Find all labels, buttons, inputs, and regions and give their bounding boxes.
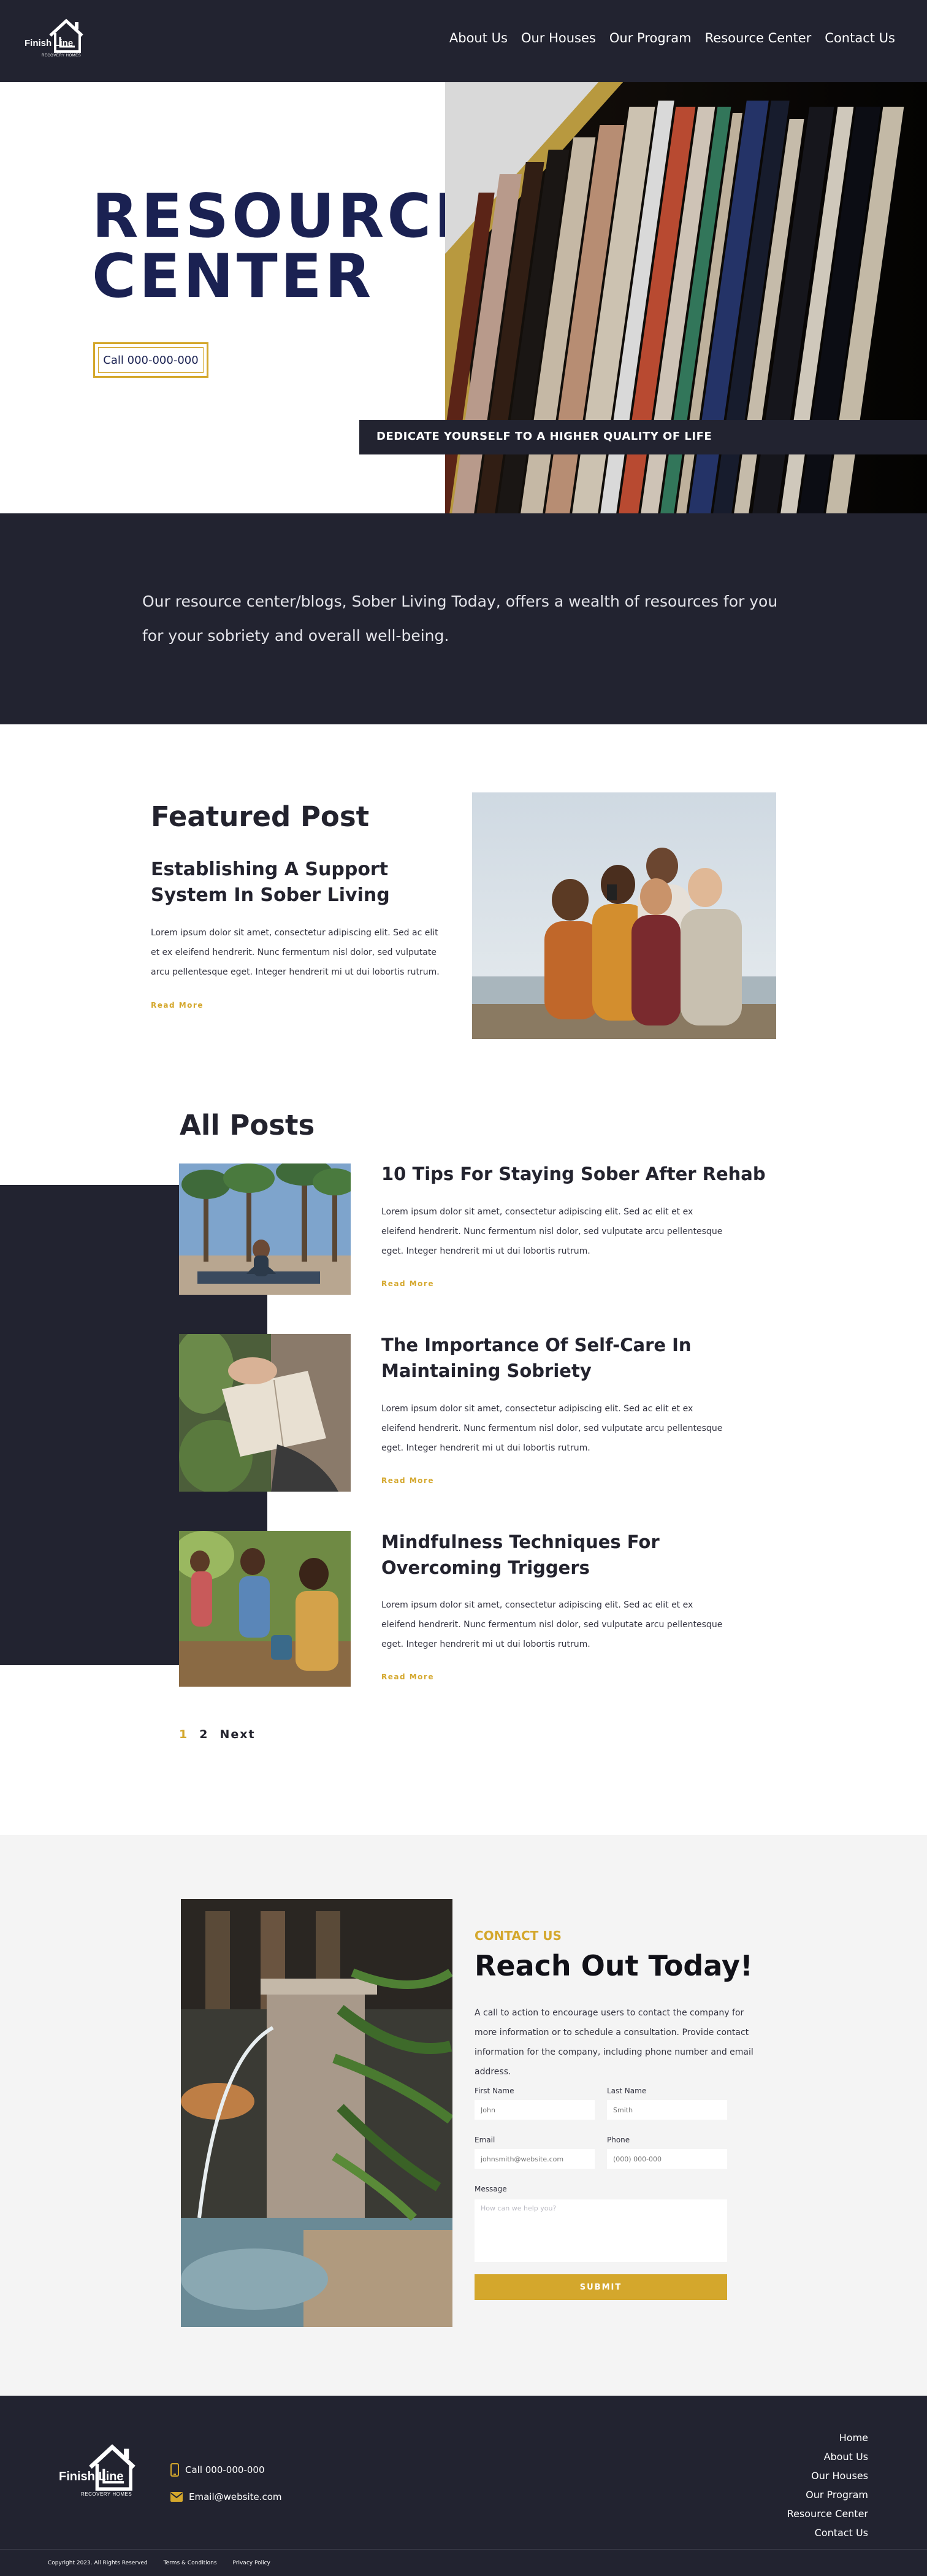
post-2-excerpt: Lorem ipsum dolor sit amet, consectetur … xyxy=(381,1404,723,1453)
copyright-text: Copyright 2023. All Rights Reserved xyxy=(48,2560,148,2566)
site-header: Finish Line RECOVERY HOMES About Us Our … xyxy=(0,0,927,82)
post-1-image[interactable] xyxy=(179,1163,351,1295)
email-label: Email xyxy=(475,2136,495,2144)
post-3-excerpt: Lorem ipsum dolor sit amet, consectetur … xyxy=(381,1600,723,1649)
contact-title: Reach Out Today! xyxy=(475,1949,753,1982)
first-name-label: First Name xyxy=(475,2087,514,2095)
phone-input[interactable] xyxy=(607,2149,727,2169)
email-input[interactable] xyxy=(475,2149,595,2169)
footer-divider xyxy=(0,2549,927,2550)
footer-link-about-us[interactable]: About Us xyxy=(824,2450,868,2463)
footer-menu: Home About Us Our Houses Our Program Res… xyxy=(787,2431,868,2539)
footer-phone[interactable]: Call 000-000-000 xyxy=(170,2463,265,2477)
house-logo-icon xyxy=(89,2444,135,2491)
page-title-line-1: RESOURCE xyxy=(92,182,479,251)
brand-name: Finish Line xyxy=(25,38,74,48)
call-button[interactable]: Call 000-000-000 xyxy=(93,342,208,378)
footer-logo[interactable]: Finish Line RECOVERY HOMES xyxy=(59,2444,145,2505)
post-2-image[interactable] xyxy=(179,1334,351,1492)
pagination: 1 2 Next xyxy=(179,1728,256,1741)
last-name-label: Last Name xyxy=(607,2087,647,2095)
nav-contact-us[interactable]: Contact Us xyxy=(825,31,895,45)
page-2-link[interactable]: 2 xyxy=(199,1728,208,1741)
phone-icon xyxy=(170,2463,179,2477)
footer-brand-tagline: RECOVERY HOMES xyxy=(81,2491,132,2497)
message-label: Message xyxy=(475,2185,507,2193)
hero: RESOURCE CENTER Call 000-000-000 DEDICAT… xyxy=(0,82,927,513)
next-page-link[interactable]: Next xyxy=(219,1728,255,1741)
post-1-excerpt: Lorem ipsum dolor sit amet, consectetur … xyxy=(381,1207,723,1256)
featured-post-excerpt: Lorem ipsum dolor sit amet, consectetur … xyxy=(151,928,440,977)
post-2-read-more-link[interactable]: Read More xyxy=(381,1476,434,1485)
nav-about-us[interactable]: About Us xyxy=(449,31,508,45)
hero-banner: DEDICATE YOURSELF TO A HIGHER QUALITY OF… xyxy=(359,420,927,454)
nav-our-houses[interactable]: Our Houses xyxy=(521,31,596,45)
footer-email[interactable]: Email@website.com xyxy=(170,2491,282,2502)
footer-bottom-bar: Copyright 2023. All Rights Reserved Term… xyxy=(48,2560,270,2566)
decorative-band xyxy=(0,1185,179,1665)
footer-link-our-program[interactable]: Our Program xyxy=(806,2488,868,2501)
footer-link-contact-us[interactable]: Contact Us xyxy=(815,2526,868,2539)
house-logo-icon xyxy=(49,18,83,53)
post-2-title[interactable]: The Importance Of Self-Care In Maintaini… xyxy=(381,1332,774,1384)
footer-brand-name: Finish Line xyxy=(59,2470,124,2483)
fountain-image xyxy=(181,1899,452,2327)
message-textarea[interactable]: How can we help you? xyxy=(475,2199,727,2262)
brand-tagline: RECOVERY HOMES xyxy=(42,54,82,58)
logo[interactable]: Finish Line RECOVERY HOMES xyxy=(25,18,92,65)
footer-link-home[interactable]: Home xyxy=(839,2431,868,2444)
contact-section: CONTACT US Reach Out Today! A call to ac… xyxy=(0,1835,927,2396)
post-3-image[interactable] xyxy=(179,1531,351,1687)
first-name-input[interactable] xyxy=(475,2100,595,2120)
email-icon xyxy=(170,2492,183,2502)
featured-heading: Featured Post xyxy=(151,800,370,833)
intro-text: Our resource center/blogs, Sober Living … xyxy=(142,592,778,645)
phone-label: Phone xyxy=(607,2136,630,2144)
footer-link-our-houses[interactable]: Our Houses xyxy=(811,2469,868,2482)
footer-email-text: Email@website.com xyxy=(189,2491,282,2502)
post-3-title[interactable]: Mindfulness Techniques For Overcoming Tr… xyxy=(381,1529,774,1581)
page-title-line-2: CENTER xyxy=(92,242,375,312)
decorative-step xyxy=(179,1492,267,1531)
submit-button[interactable]: SUBMIT xyxy=(475,2274,727,2300)
footer-phone-text: Call 000-000-000 xyxy=(185,2464,265,2475)
featured-post-image[interactable] xyxy=(472,792,776,1039)
page-1-link[interactable]: 1 xyxy=(179,1728,188,1741)
all-posts-heading: All Posts xyxy=(180,1109,315,1141)
post-1-title[interactable]: 10 Tips For Staying Sober After Rehab xyxy=(381,1161,774,1187)
last-name-input[interactable] xyxy=(607,2100,727,2120)
page-title: RESOURCE CENTER xyxy=(92,186,478,307)
post-3-read-more-link[interactable]: Read More xyxy=(381,1673,434,1681)
intro-section: Our resource center/blogs, Sober Living … xyxy=(0,513,927,724)
nav-resource-center[interactable]: Resource Center xyxy=(705,31,812,45)
main-menu: About Us Our Houses Our Program Resource… xyxy=(449,31,895,45)
privacy-link[interactable]: Privacy Policy xyxy=(233,2560,270,2566)
contact-text: A call to action to encourage users to c… xyxy=(475,2008,753,2077)
nav-our-program[interactable]: Our Program xyxy=(609,31,692,45)
contact-eyebrow: CONTACT US xyxy=(475,1928,562,1943)
terms-link[interactable]: Terms & Conditions xyxy=(164,2560,217,2566)
featured-post-title[interactable]: Establishing A Support System In Sober L… xyxy=(151,857,445,908)
post-1-read-more-link[interactable]: Read More xyxy=(381,1279,434,1288)
decorative-step xyxy=(179,1295,267,1334)
site-footer: Finish Line RECOVERY HOMES Call 000-000-… xyxy=(0,2396,927,2576)
footer-link-resource-center[interactable]: Resource Center xyxy=(787,2507,868,2520)
featured-read-more-link[interactable]: Read More xyxy=(151,1001,204,1010)
